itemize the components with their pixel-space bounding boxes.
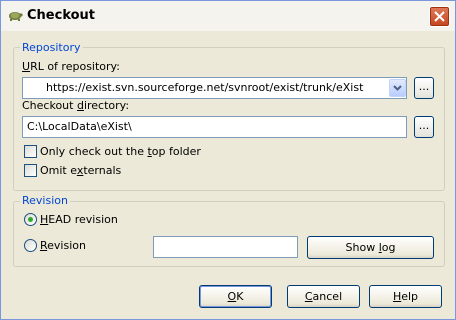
omit-externals-label[interactable]: Omit externals bbox=[40, 164, 121, 177]
checkout-dir-label: Checkout directory: bbox=[22, 99, 129, 112]
tortoise-icon bbox=[7, 9, 23, 23]
only-top-pre: Only check out the bbox=[40, 145, 148, 158]
checkout-dir-label-pre: Checkout bbox=[22, 99, 77, 112]
revision-radio[interactable] bbox=[24, 239, 37, 252]
omit-post: ternals bbox=[83, 164, 122, 177]
checkout-dir-value: C:\LocalData\eXist\ bbox=[27, 120, 132, 133]
window-title: Checkout bbox=[27, 8, 96, 23]
help-button[interactable]: Help bbox=[369, 285, 442, 308]
url-combo[interactable]: https://exist.svn.sourceforge.net/svnroo… bbox=[22, 77, 407, 99]
close-button[interactable] bbox=[429, 6, 450, 27]
checkout-dialog: Checkout Repository URL of repository: h… bbox=[0, 0, 456, 320]
showlog-pre: Show bbox=[345, 241, 379, 254]
url-browse-button[interactable]: ... bbox=[414, 77, 434, 99]
checkout-dir-input[interactable]: C:\LocalData\eXist\ bbox=[22, 116, 407, 138]
cancel-button[interactable]: Cancel bbox=[287, 285, 360, 308]
radio-selected-dot bbox=[28, 217, 33, 222]
help-mnemonic: H bbox=[392, 290, 402, 303]
cancel-post: ancel bbox=[312, 290, 343, 303]
url-label-text: RL of repository: bbox=[30, 60, 120, 73]
url-value: https://exist.svn.sourceforge.net/svnroo… bbox=[46, 81, 364, 94]
rev-post: evision bbox=[47, 239, 86, 252]
head-post: EAD revision bbox=[48, 213, 118, 226]
chevron-down-icon bbox=[393, 85, 402, 91]
cancel-mnemonic: C bbox=[304, 290, 313, 303]
head-revision-label[interactable]: HEAD revision bbox=[40, 213, 118, 226]
ok-mnemonic: O bbox=[227, 290, 237, 303]
checkout-dir-browse-button[interactable]: ... bbox=[414, 116, 434, 138]
only-top-folder-checkbox[interactable] bbox=[24, 145, 37, 158]
revision-input[interactable] bbox=[153, 236, 298, 258]
url-dropdown-button[interactable] bbox=[389, 79, 406, 97]
repository-legend: Repository bbox=[20, 41, 83, 54]
omit-pre: Omit e bbox=[40, 164, 77, 177]
ok-button[interactable]: OK bbox=[199, 285, 272, 308]
head-revision-radio[interactable] bbox=[24, 213, 37, 226]
omit-externals-checkbox[interactable] bbox=[24, 164, 37, 177]
revision-label[interactable]: Revision bbox=[40, 239, 86, 252]
help-post: elp bbox=[401, 290, 419, 303]
ok-post: K bbox=[236, 290, 244, 303]
only-top-folder-label[interactable]: Only check out the top folder bbox=[40, 145, 201, 158]
only-top-post: op folder bbox=[151, 145, 201, 158]
title-bar: Checkout bbox=[1, 1, 455, 31]
show-log-button[interactable]: Show log bbox=[307, 236, 434, 259]
checkout-dir-label-post: irectory: bbox=[83, 99, 130, 112]
close-icon bbox=[434, 11, 445, 22]
checkout-dir-label-mnemonic: d bbox=[76, 99, 84, 112]
url-label-mnemonic: U bbox=[22, 60, 31, 73]
showlog-post: og bbox=[381, 241, 396, 254]
revision-legend: Revision bbox=[20, 194, 70, 207]
url-label: URL of repository: bbox=[22, 60, 120, 73]
